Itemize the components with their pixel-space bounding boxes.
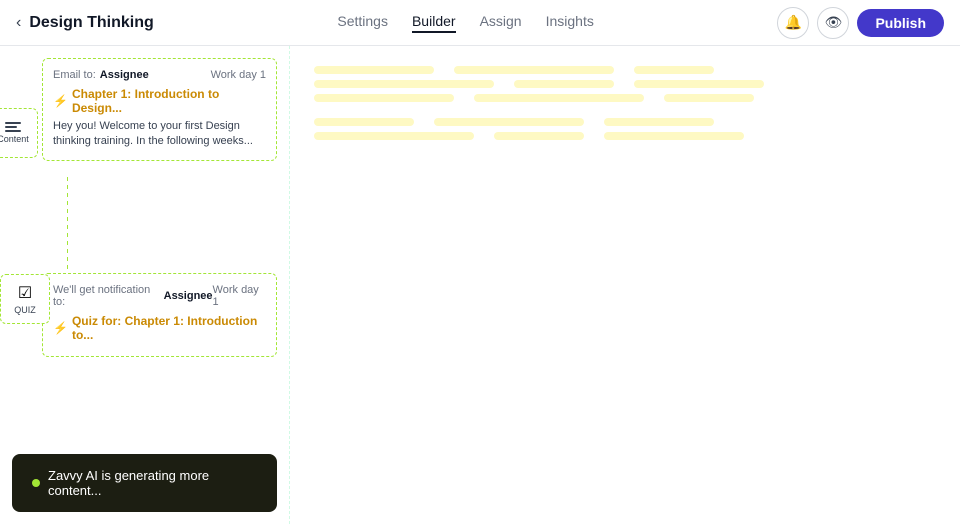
hamburger-line-3 bbox=[5, 130, 21, 132]
eye-button[interactable]: 👁 bbox=[817, 7, 849, 39]
header: ‹ Design Thinking Settings Builder Assig… bbox=[0, 0, 960, 46]
header-left: ‹ Design Thinking bbox=[16, 14, 154, 32]
email-label: Email to: bbox=[53, 69, 96, 81]
email-row: Email to: Assignee bbox=[53, 69, 149, 81]
hamburger-line-2 bbox=[5, 126, 17, 128]
skeleton-line-3b bbox=[474, 94, 644, 102]
chapter-icon: ⚡ bbox=[53, 94, 68, 108]
skeleton-row-3 bbox=[314, 94, 936, 102]
main-content: Content Email to: Assignee Work day 1 ⚡ … bbox=[0, 46, 960, 524]
skeleton-line-5c bbox=[604, 132, 744, 140]
skeleton-content bbox=[314, 66, 936, 140]
tab-insights[interactable]: Insights bbox=[546, 13, 594, 33]
vertical-connector bbox=[67, 177, 68, 277]
quiz-email-label: We'll get notification to: bbox=[53, 284, 160, 308]
right-panel bbox=[290, 46, 960, 524]
ai-dot bbox=[32, 479, 40, 487]
quiz-card-header: We'll get notification to: Assignee Work… bbox=[53, 284, 266, 308]
skeleton-line-5a bbox=[314, 132, 474, 140]
skeleton-line-3a bbox=[314, 94, 454, 102]
quiz-label: QUIZ bbox=[14, 305, 36, 315]
tab-builder[interactable]: Builder bbox=[412, 13, 456, 33]
tab-assign[interactable]: Assign bbox=[480, 13, 522, 33]
skeleton-line-5b bbox=[494, 132, 584, 140]
bell-button[interactable]: 🔔 bbox=[777, 7, 809, 39]
quiz-email-row: We'll get notification to: Assignee bbox=[53, 284, 213, 308]
skeleton-line-1a bbox=[314, 66, 434, 74]
quiz-assignee-label: Assignee bbox=[164, 290, 213, 302]
work-day-label: Work day 1 bbox=[211, 69, 266, 81]
assignee-label: Assignee bbox=[100, 69, 149, 81]
back-button[interactable]: ‹ bbox=[16, 14, 21, 32]
header-right: 🔔 👁 Publish bbox=[777, 7, 944, 39]
page-title: Design Thinking bbox=[29, 14, 153, 32]
chapter-text: Chapter 1: Introduction to Design... bbox=[72, 87, 266, 115]
skeleton-line-1b bbox=[454, 66, 614, 74]
quiz-chapter-label: ⚡ Quiz for: Chapter 1: Introduction to..… bbox=[53, 314, 266, 342]
skeleton-line-4a bbox=[314, 118, 414, 126]
quiz-icon-box: ☑ QUIZ bbox=[0, 274, 50, 324]
ai-bar-text: Zavvy AI is generating more content... bbox=[48, 468, 257, 498]
tab-settings[interactable]: Settings bbox=[337, 13, 388, 33]
quiz-card[interactable]: We'll get notification to: Assignee Work… bbox=[42, 273, 277, 357]
skeleton-line-3c bbox=[664, 94, 754, 102]
content-card[interactable]: Email to: Assignee Work day 1 ⚡ Chapter … bbox=[42, 58, 277, 161]
skeleton-line-1c bbox=[634, 66, 714, 74]
skeleton-row-4 bbox=[314, 118, 936, 126]
skeleton-line-2a bbox=[314, 80, 494, 88]
quiz-chapter-icon: ⚡ bbox=[53, 321, 68, 335]
chapter-label: ⚡ Chapter 1: Introduction to Design... bbox=[53, 87, 266, 115]
skeleton-line-2c bbox=[634, 80, 764, 88]
publish-button[interactable]: Publish bbox=[857, 9, 944, 37]
content-icon-box: Content bbox=[0, 108, 38, 158]
main-nav: Settings Builder Assign Insights bbox=[337, 13, 593, 33]
ai-generating-bar: Zavvy AI is generating more content... bbox=[12, 454, 277, 512]
skeleton-line-2b bbox=[514, 80, 614, 88]
quiz-icon: ☑ bbox=[18, 283, 32, 303]
skeleton-line-4b bbox=[434, 118, 584, 126]
skeleton-row-1 bbox=[314, 66, 936, 74]
left-panel: Content Email to: Assignee Work day 1 ⚡ … bbox=[0, 46, 290, 524]
content-label: Content bbox=[0, 134, 29, 144]
card-body-text: Hey you! Welcome to your first Design th… bbox=[53, 119, 266, 150]
hamburger-line-1 bbox=[5, 122, 21, 124]
content-card-header: Email to: Assignee Work day 1 bbox=[53, 69, 266, 81]
skeleton-row-5 bbox=[314, 132, 936, 140]
skeleton-group-2 bbox=[314, 118, 936, 140]
skeleton-row-2 bbox=[314, 80, 936, 88]
skeleton-line-4c bbox=[604, 118, 714, 126]
quiz-chapter-text: Quiz for: Chapter 1: Introduction to... bbox=[72, 314, 266, 342]
quiz-work-day-label: Work day 1 bbox=[213, 284, 266, 308]
hamburger-icon bbox=[5, 122, 21, 132]
